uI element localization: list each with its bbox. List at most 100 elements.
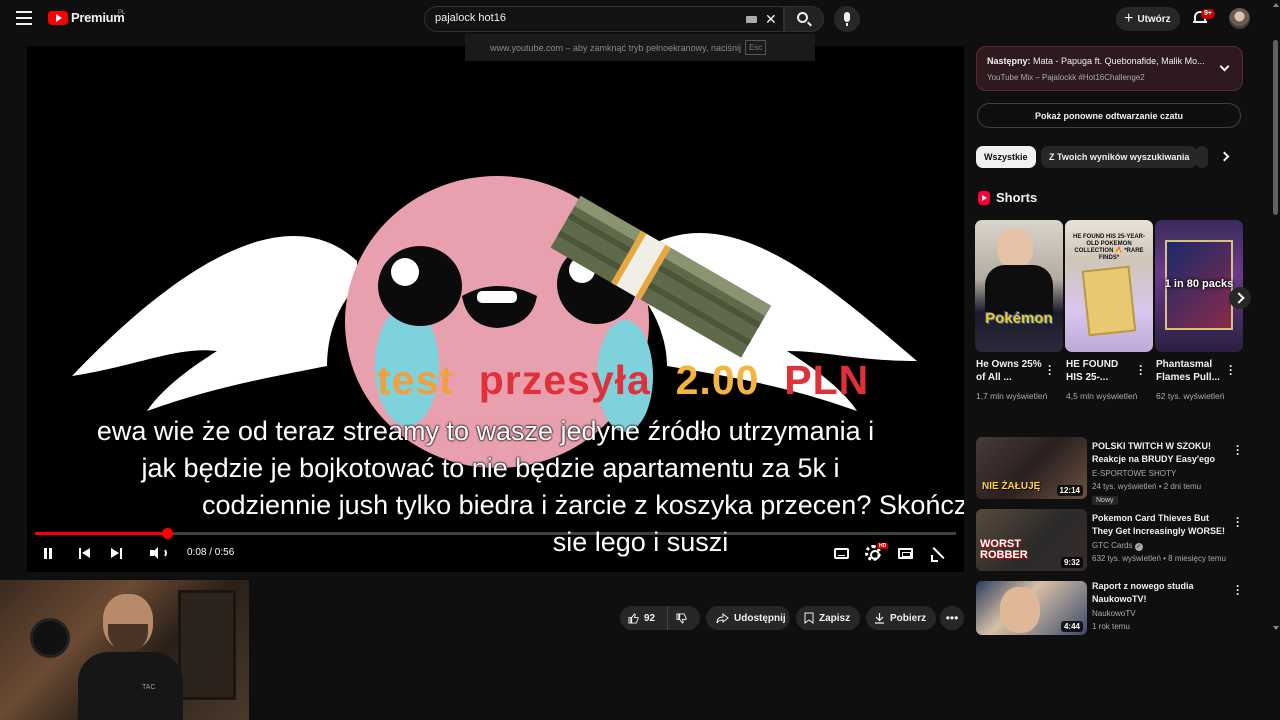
donation-sender: test [377, 357, 454, 403]
short-title[interactable]: He Owns 25% of All ... [976, 358, 1046, 384]
video-player[interactable]: test przesyła 2.00 PLN ewa wie że od ter… [27, 46, 964, 572]
keyboard-icon[interactable] [746, 16, 757, 23]
youtube-play-icon [48, 10, 68, 25]
logo-text: Premium [71, 10, 125, 25]
short-thumbnail[interactable]: Pokémon [975, 220, 1063, 352]
progress-fill [35, 532, 167, 535]
hd-badge: HD [877, 543, 889, 549]
shorts-icon [978, 191, 990, 205]
video-meta: 1 rok temu [1092, 622, 1130, 631]
short-thumbnail[interactable]: 1 in 80 packs [1155, 220, 1243, 352]
subtitle-line: ewa wie że od teraz streamy to wasze jed… [96, 416, 875, 446]
search-input[interactable]: pajalock hot16 [435, 12, 506, 24]
shorts-next-button[interactable] [1229, 287, 1251, 309]
search-icon [797, 12, 808, 23]
chip-all[interactable]: Wszystkie [976, 146, 1036, 168]
download-label: Pobierz [890, 612, 927, 624]
short-menu-icon[interactable]: · · · [1048, 360, 1052, 380]
video-title[interactable]: Raport z nowego studia NaukowoTV! [1092, 580, 1226, 606]
like-dislike-group: 92 [620, 606, 700, 630]
next-icon[interactable] [111, 548, 123, 559]
chip-partial[interactable] [1196, 146, 1208, 168]
notifications-badge: 9+ [1201, 9, 1215, 19]
more-actions-icon[interactable]: ••• [940, 606, 964, 630]
share-label: Udostępnij [734, 612, 786, 624]
video-channel[interactable]: E-SPORTOWE SHOTY [1092, 469, 1176, 478]
plus-icon: + [1124, 10, 1134, 27]
short-menu-icon[interactable]: · · · [1139, 360, 1143, 380]
short-title[interactable]: Phantasmal Flames Pull... [1156, 358, 1226, 384]
bookmark-icon [804, 612, 814, 624]
donation-alert: test przesyła 2.00 PLN [377, 357, 869, 404]
create-button[interactable]: + Utwórz [1116, 7, 1180, 31]
thumb-up-icon [628, 612, 639, 624]
download-button[interactable]: Pobierz [866, 606, 936, 630]
search-button[interactable] [784, 6, 824, 32]
save-button[interactable]: Zapisz [796, 606, 860, 630]
subtitles-icon[interactable] [834, 548, 849, 559]
video-meta: 24 tys. wyświetleń • 2 dni temu [1092, 482, 1202, 491]
short-thumb-text: Pokémon [985, 310, 1053, 327]
account-avatar[interactable] [1229, 8, 1250, 29]
fullscreen-exit-icon[interactable] [931, 546, 945, 562]
video-duration: 4:44 [1060, 621, 1083, 632]
volume-icon[interactable] [150, 546, 168, 560]
share-button[interactable]: Udostępnij [706, 606, 790, 630]
video-duration: 12:14 [1056, 485, 1083, 496]
save-label: Zapisz [819, 612, 851, 624]
page-scrollbar[interactable] [1271, 0, 1280, 720]
short-views: 1,7 mln wyświetleń [976, 391, 1048, 401]
short-thumbnail[interactable]: HE FOUND HIS 25-YEAR-OLD POKEMON COLLECT… [1065, 220, 1153, 352]
youtube-premium-logo[interactable]: Premium [48, 10, 125, 25]
video-duration: 9:32 [1060, 557, 1083, 568]
like-button[interactable]: 92 [620, 606, 668, 630]
chevron-down-icon[interactable] [1219, 61, 1230, 72]
up-next-title: Następny: Mata - Papuga ft. Quebonafide,… [987, 56, 1205, 66]
scrollbar-thumb[interactable] [1273, 40, 1278, 215]
webcam-overlay: TAC [0, 580, 249, 720]
progress-bar[interactable] [35, 528, 956, 539]
scroll-up-arrow-icon[interactable] [1273, 3, 1279, 7]
dislike-button[interactable] [668, 606, 700, 630]
video-channel[interactable]: GTC Cards ✓ [1092, 541, 1143, 551]
video-thumbnail[interactable]: NIE ŻAŁUJĘ 12:14 [976, 437, 1087, 499]
show-chat-replay-button[interactable]: Pokaż ponowne odtwarzanie czatu [977, 103, 1241, 128]
video-title[interactable]: Pokemon Card Thieves But They Get Increa… [1092, 512, 1226, 538]
video-thumbnail[interactable]: WORST ROBBER 9:32 [976, 509, 1087, 571]
pause-icon[interactable] [43, 548, 53, 559]
chip-from-search[interactable]: Z Twoich wyników wyszukiwania [1041, 146, 1198, 168]
search-box[interactable]: pajalock hot16 ✕ [424, 6, 784, 32]
previous-icon[interactable] [79, 548, 91, 559]
subtitle-line: codziennie jush tylko biedra i żarcie z … [202, 490, 964, 520]
thumb-down-icon [676, 612, 687, 624]
clear-search-icon[interactable]: ✕ [765, 11, 777, 27]
video-menu-icon[interactable]: · · · [1236, 440, 1240, 460]
donation-verb: przesyła [478, 357, 651, 403]
download-icon [875, 613, 884, 624]
scrubber-handle[interactable] [161, 528, 173, 539]
menu-icon[interactable] [16, 11, 32, 25]
time-display: 0:08 / 0:56 [187, 547, 235, 558]
voice-search-button[interactable] [834, 6, 860, 32]
esc-key: Esc [744, 40, 767, 55]
short-menu-icon[interactable]: · · · [1229, 360, 1233, 380]
short-views: 4,5 mln wyświetleń [1066, 391, 1138, 401]
new-badge: Nowy [1092, 496, 1118, 505]
donation-amount: 2.00 [675, 357, 760, 403]
chevron-right-icon[interactable] [1219, 151, 1230, 162]
create-label: Utwórz [1137, 13, 1171, 25]
donation-currency: PLN [784, 357, 870, 403]
video-title[interactable]: POLSKI TWITCH W SZOKU! Reakcje na BRUDY … [1092, 440, 1226, 466]
fullscreen-hint-text: www.youtube.com – aby zamknąć tryb pełno… [490, 42, 741, 53]
shirt-text: TAC [142, 684, 156, 691]
video-channel[interactable]: NaukowoTV [1092, 609, 1136, 618]
video-menu-icon[interactable]: · · · [1236, 512, 1240, 532]
scroll-down-arrow-icon[interactable] [1273, 626, 1279, 630]
short-views: 62 tys. wyświetleń [1156, 391, 1225, 401]
video-thumbnail[interactable]: 4:44 [976, 581, 1087, 635]
up-next-card[interactable]: Następny: Mata - Papuga ft. Quebonafide,… [976, 46, 1243, 91]
video-meta: 632 tys. wyświetleń • 8 miesięcy temu [1092, 554, 1226, 563]
video-menu-icon[interactable]: · · · [1236, 580, 1240, 600]
miniplayer-icon[interactable] [898, 548, 913, 559]
short-title[interactable]: HE FOUND HIS 25-... [1066, 358, 1136, 384]
